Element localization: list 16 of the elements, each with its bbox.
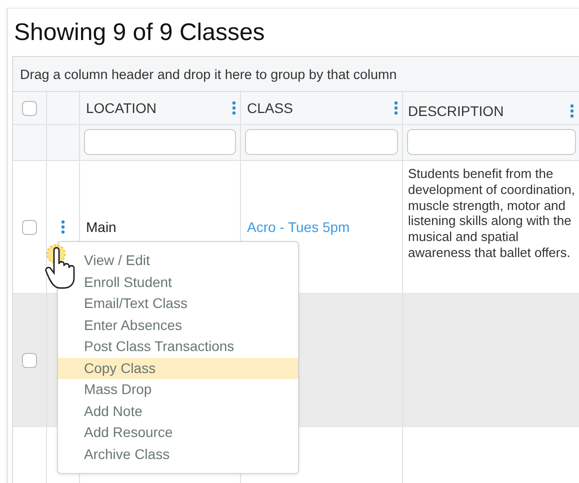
page-title: Showing 9 of 9 Classes — [13, 18, 266, 48]
menu-item[interactable]: Add Note — [58, 400, 298, 422]
menu-item[interactable]: Mass Drop — [58, 379, 298, 400]
group-hint: Drag a column header and drop it here to group by that column — [20, 66, 397, 82]
menu-item[interactable]: Copy Class — [58, 358, 298, 379]
column-header[interactable]: CLASS — [247, 100, 293, 116]
menu-item[interactable]: Email/Text Class — [58, 293, 298, 314]
class-link[interactable]: Acro - Tues 5pm — [247, 219, 350, 235]
table-cell: Students benefit from the development of coordination, muscle strength, motor and listening skills along with the musical and spatial awareness that ballet offers. — [408, 166, 576, 261]
menu-item[interactable]: Post Class Transactions — [58, 336, 298, 358]
menu-item[interactable]: Enter Absences — [58, 314, 298, 336]
column-header[interactable]: DESCRIPTION — [408, 102, 504, 118]
menu-item[interactable]: Add Resource — [58, 422, 298, 444]
column-header[interactable]: LOCATION — [86, 100, 157, 116]
table-cell: Main — [86, 219, 116, 235]
menu-item[interactable]: Archive Class — [58, 444, 298, 465]
